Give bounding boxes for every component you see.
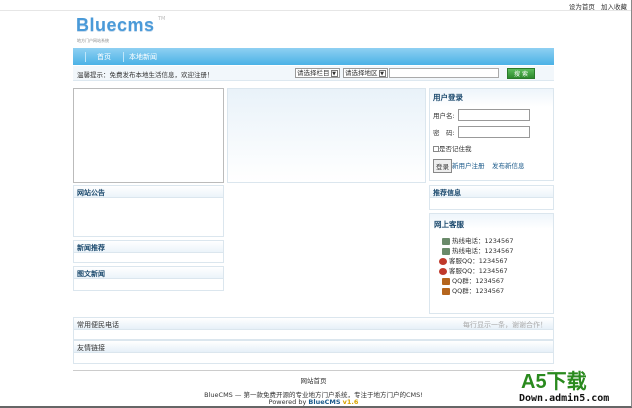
search-button[interactable]: 搜 索 bbox=[507, 68, 535, 79]
qq-icon bbox=[439, 267, 447, 275]
service-item[interactable]: 客服QQ：1234567 bbox=[439, 255, 508, 265]
nav-local-news[interactable]: 本地新闻 bbox=[129, 52, 157, 62]
service-item: 热线电话：1234567 bbox=[442, 245, 513, 255]
watermark-logo: A5下载 bbox=[521, 371, 587, 393]
qq-icon bbox=[439, 257, 447, 265]
logo-slogan: 地方门户网站系统 bbox=[77, 38, 109, 43]
logo[interactable]: Bluecms bbox=[76, 15, 155, 36]
photo-news-box bbox=[73, 278, 224, 291]
phones-header: 常用便民电话 每行显示一条，谢谢合作！ bbox=[73, 317, 554, 330]
group-icon bbox=[442, 277, 450, 285]
links-box bbox=[73, 353, 554, 364]
logo-tm: TM bbox=[158, 16, 166, 22]
group-icon bbox=[442, 287, 450, 295]
keyword-input[interactable] bbox=[389, 68, 499, 78]
chevron-down-icon: ▼ bbox=[378, 69, 386, 77]
phone-icon bbox=[442, 237, 450, 245]
links-header: 友情链接 bbox=[73, 340, 554, 353]
headline-panel bbox=[227, 88, 426, 183]
notice-text: 温馨提示：免费发布本地生活信息，欢迎注册！ bbox=[77, 71, 214, 79]
login-button[interactable]: 登录 bbox=[433, 159, 452, 173]
chevron-down-icon: ▼ bbox=[330, 69, 338, 77]
username-label: 用户名: bbox=[433, 112, 455, 120]
footer-powered: Powered by BlueCMS v1.6 bbox=[268, 398, 359, 406]
publish-link[interactable]: 发布新信息 bbox=[492, 160, 525, 170]
phones-box bbox=[73, 330, 554, 340]
notice-bar: 温馨提示：免费发布本地生活信息，欢迎注册！ 请选择栏目 ▼ 请选择地区 ▼ 搜 索 bbox=[73, 66, 554, 81]
footer-divider bbox=[73, 370, 554, 371]
service-item: 热线电话：1234567 bbox=[442, 235, 513, 245]
password-label: 密 码: bbox=[433, 129, 455, 137]
service-item[interactable]: QQ群：1234567 bbox=[442, 285, 504, 295]
phones-title: 常用便民电话 bbox=[77, 321, 119, 329]
divider bbox=[0, 10, 631, 11]
password-input[interactable] bbox=[458, 126, 530, 138]
username-input[interactable] bbox=[458, 109, 530, 121]
nav-home[interactable]: 首页 bbox=[97, 52, 111, 62]
service-item[interactable]: QQ群：1234567 bbox=[442, 275, 504, 285]
recommend-info-box bbox=[429, 197, 554, 210]
area-select[interactable]: 请选择地区 ▼ bbox=[343, 68, 388, 78]
news-recommend-box bbox=[73, 252, 224, 263]
login-panel: 用户登录 用户名: 密 码: 是否记住我 登录 新用户注册 发布新信息 bbox=[429, 88, 554, 181]
service-title: 网上客服 bbox=[434, 220, 464, 229]
slideshow[interactable] bbox=[73, 88, 224, 183]
footer-home-link[interactable]: 网站首页 bbox=[73, 375, 554, 385]
main-nav: 首页 本地新闻 bbox=[73, 48, 554, 65]
category-select[interactable]: 请选择栏目 ▼ bbox=[295, 68, 340, 78]
register-link[interactable]: 新用户注册 bbox=[452, 160, 485, 170]
remember-checkbox[interactable]: 是否记住我 bbox=[433, 143, 472, 153]
announcement-box bbox=[73, 197, 224, 237]
login-title: 用户登录 bbox=[433, 93, 463, 102]
service-item[interactable]: 客服QQ：1234567 bbox=[439, 265, 508, 275]
phones-tip: 每行显示一条，谢谢合作！ bbox=[463, 321, 547, 329]
phone-icon bbox=[442, 247, 450, 255]
watermark-url: Down.admin5.com bbox=[519, 393, 610, 404]
